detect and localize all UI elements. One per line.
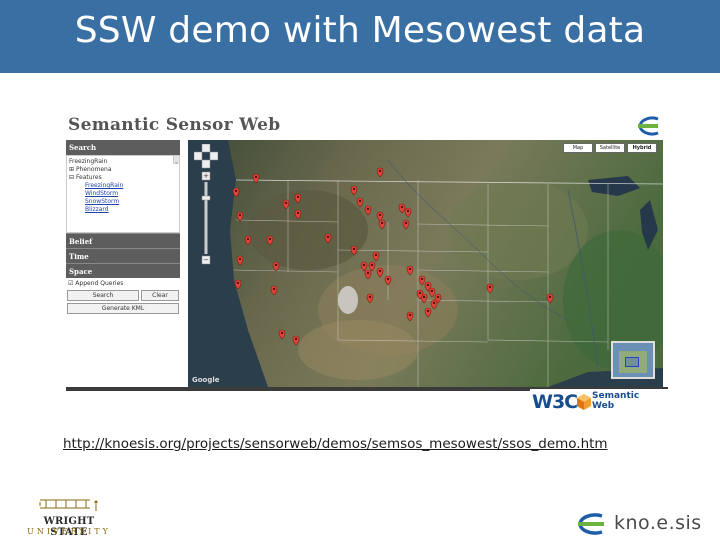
sensor-pin[interactable] bbox=[360, 261, 368, 272]
overview-map[interactable] bbox=[611, 341, 655, 379]
sensor-pin[interactable] bbox=[266, 235, 274, 246]
tree-item-windstorm[interactable]: WindStorm bbox=[69, 190, 177, 198]
append-queries-checkbox[interactable]: ☑ Append Queries bbox=[66, 278, 180, 290]
wright-flyer-icon bbox=[39, 499, 98, 511]
sensor-pin[interactable] bbox=[486, 283, 494, 294]
sensor-pin[interactable] bbox=[272, 261, 280, 272]
sensor-pins-layer bbox=[232, 167, 554, 346]
sensor-pin[interactable] bbox=[232, 187, 240, 198]
sensor-pin[interactable] bbox=[368, 261, 376, 272]
sensor-pin[interactable] bbox=[364, 205, 372, 216]
sensor-pin[interactable] bbox=[350, 245, 358, 256]
w3c-semantic-web-logo: W3C Semantic Web bbox=[530, 389, 668, 415]
knoesis-mark-icon bbox=[578, 513, 604, 535]
sensor-pin[interactable] bbox=[406, 311, 414, 322]
satellite-map[interactable]: Map Satellite Hybrid + − Google bbox=[188, 140, 663, 387]
sensor-pin[interactable] bbox=[404, 207, 412, 218]
sensor-pin[interactable] bbox=[398, 203, 406, 214]
sensor-pin[interactable] bbox=[294, 193, 302, 204]
app-title: Semantic Sensor Web bbox=[68, 115, 281, 135]
search-panel-header[interactable]: Search bbox=[66, 140, 180, 155]
sensor-pin[interactable] bbox=[546, 293, 554, 304]
sensor-pin[interactable] bbox=[376, 267, 384, 278]
sensor-pin[interactable] bbox=[406, 265, 414, 276]
tree-item-snowstorm[interactable]: SnowStorm bbox=[69, 198, 177, 206]
space-panel-header[interactable]: Space bbox=[66, 263, 180, 278]
sensor-pin[interactable] bbox=[292, 335, 300, 346]
tree-item-freezingrain[interactable]: FreezingRain bbox=[69, 182, 177, 190]
google-logo: Google bbox=[192, 376, 220, 384]
slide-title-bar: SSW demo with Mesowest data bbox=[0, 0, 720, 73]
sensor-pin[interactable] bbox=[252, 173, 260, 184]
tree-item-blizzard[interactable]: Blizzard bbox=[69, 206, 177, 214]
sensor-pin[interactable] bbox=[234, 279, 242, 290]
app-logo-icon bbox=[638, 116, 659, 136]
sensor-pin[interactable] bbox=[236, 211, 244, 222]
sensor-pin[interactable] bbox=[376, 211, 384, 222]
sensor-pin[interactable] bbox=[278, 329, 286, 340]
sensor-pin[interactable] bbox=[294, 209, 302, 220]
sensor-pin[interactable] bbox=[364, 269, 372, 280]
sensor-pin[interactable] bbox=[418, 275, 426, 286]
sensor-pin[interactable] bbox=[424, 307, 432, 318]
sensor-pin[interactable] bbox=[350, 185, 358, 196]
app-header: Semantic Sensor Web bbox=[66, 113, 668, 139]
sensor-pin[interactable] bbox=[356, 197, 364, 208]
append-queries-label: Append Queries bbox=[75, 280, 124, 287]
clear-button[interactable]: Clear bbox=[141, 290, 179, 301]
sensor-pin[interactable] bbox=[366, 293, 374, 304]
tree-root[interactable]: FreezingRain bbox=[69, 158, 177, 166]
wright-state-logo: WRIGHT STATE UNIVERSITY bbox=[24, 496, 114, 540]
search-sidebar: Search FreezingRain ⊞ Phenomena ⊟ Featur… bbox=[66, 140, 180, 388]
sensor-pin[interactable] bbox=[428, 287, 436, 298]
sensor-pin[interactable] bbox=[378, 219, 386, 230]
semantic-web-cube-icon bbox=[577, 394, 591, 410]
app-screenshot: Semantic Sensor Web Search FreezingRain … bbox=[66, 113, 668, 415]
wsu-university: UNIVERSITY bbox=[27, 527, 111, 536]
sensor-pin[interactable] bbox=[324, 233, 332, 244]
sensor-pin[interactable] bbox=[244, 235, 252, 246]
slide-title: SSW demo with Mesowest data bbox=[74, 10, 646, 51]
search-button[interactable]: Search bbox=[67, 290, 139, 301]
w3c-label: W3C bbox=[532, 391, 578, 413]
tree-features[interactable]: ⊟ Features bbox=[69, 174, 177, 182]
sensor-pin[interactable] bbox=[376, 167, 384, 178]
sensor-pin[interactable] bbox=[270, 285, 278, 296]
time-panel-header[interactable]: Time bbox=[66, 248, 180, 263]
sensor-pin[interactable] bbox=[384, 275, 392, 286]
demo-url-link[interactable]: http://knoesis.org/projects/sensorweb/de… bbox=[63, 436, 608, 452]
knoesis-name: kno.e.sis bbox=[614, 512, 702, 534]
belief-panel-header[interactable]: Belief bbox=[66, 233, 180, 248]
generate-kml-button[interactable]: Generate KML bbox=[67, 303, 179, 314]
semantic-web-label: Semantic Web bbox=[592, 391, 640, 411]
sensor-pin[interactable] bbox=[282, 199, 290, 210]
tree-scrollbar[interactable] bbox=[173, 156, 179, 164]
sensor-pin[interactable] bbox=[430, 299, 438, 310]
sensor-pin[interactable] bbox=[372, 251, 380, 262]
knoesis-logo: kno.e.sis bbox=[564, 512, 720, 536]
sensor-pin[interactable] bbox=[236, 255, 244, 266]
search-tree: FreezingRain ⊞ Phenomena ⊟ Features Free… bbox=[66, 155, 180, 233]
sensor-pin[interactable] bbox=[402, 219, 410, 230]
tree-phenomena[interactable]: ⊞ Phenomena bbox=[69, 166, 177, 174]
